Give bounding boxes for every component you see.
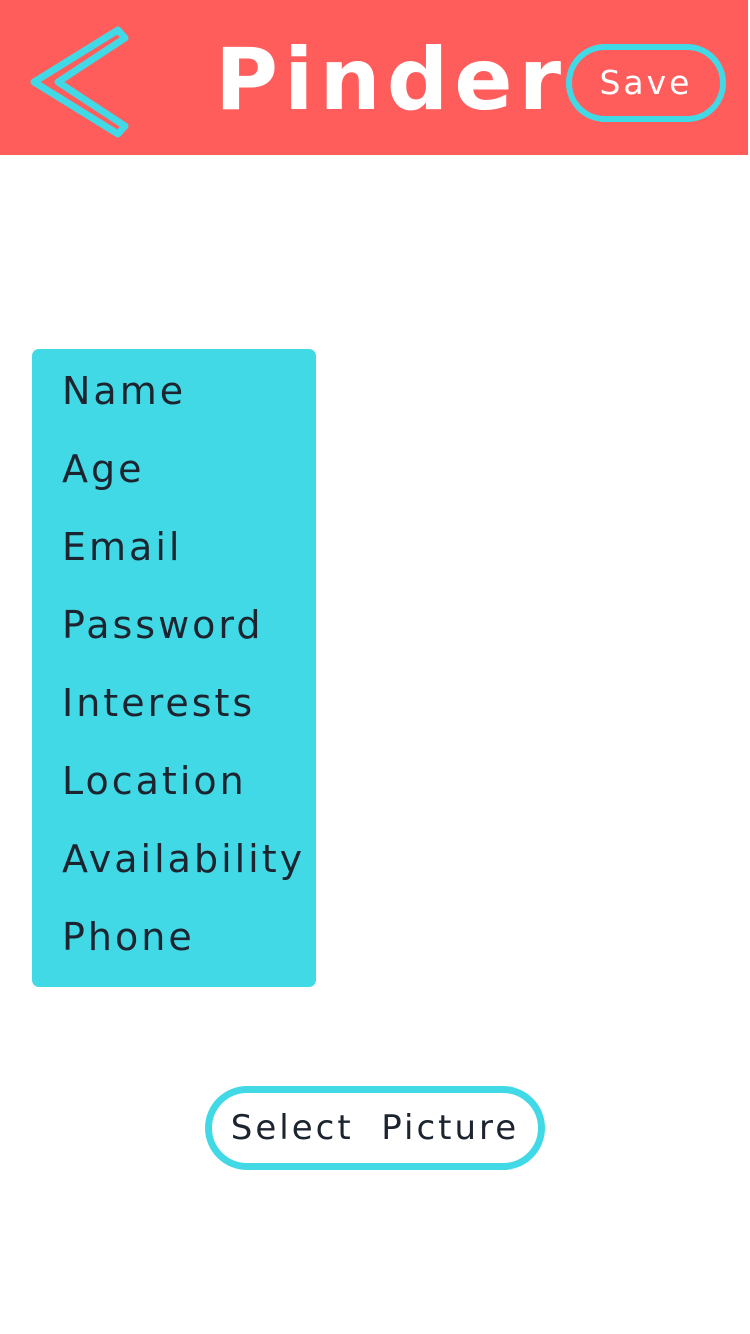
field-interests[interactable]: Interests xyxy=(62,673,255,733)
field-age[interactable]: Age xyxy=(62,439,145,499)
save-button[interactable]: Save xyxy=(566,44,726,122)
field-location[interactable]: Location xyxy=(62,751,247,811)
field-name[interactable]: Name xyxy=(62,361,186,421)
field-availability[interactable]: Availability xyxy=(62,829,305,889)
profile-fields-panel: Name Age Email Password Interests Locati… xyxy=(32,349,316,987)
app-title: Pinder xyxy=(215,30,568,130)
back-button[interactable] xyxy=(28,26,132,138)
field-phone[interactable]: Phone xyxy=(62,907,195,967)
select-picture-button[interactable]: Select Picture xyxy=(205,1086,545,1170)
field-email[interactable]: Email xyxy=(62,517,182,577)
chevron-left-icon xyxy=(30,26,129,138)
field-password[interactable]: Password xyxy=(62,595,264,655)
app-header: Pinder Save xyxy=(0,0,748,155)
